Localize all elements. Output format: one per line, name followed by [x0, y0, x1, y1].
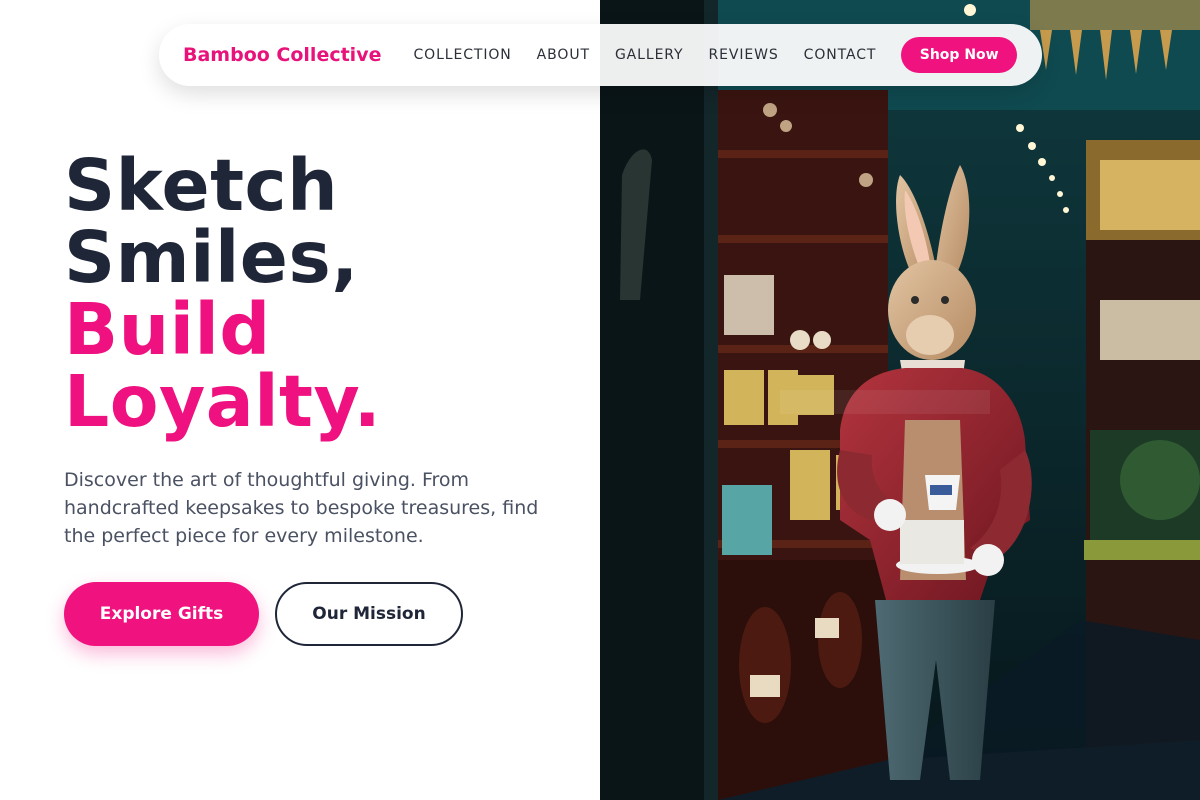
hero-title: Sketch Smiles, Build Loyalty.	[64, 150, 381, 438]
nav-links: COLLECTION ABOUT GALLERY REVIEWS CONTACT	[413, 47, 901, 63]
nav-link-contact[interactable]: CONTACT	[804, 47, 877, 63]
nav-link-reviews[interactable]: REVIEWS	[709, 47, 779, 63]
nav-link-gallery[interactable]: GALLERY	[615, 47, 684, 63]
hero-title-line-4: Loyalty.	[64, 360, 382, 443]
nav-link-collection[interactable]: COLLECTION	[413, 47, 511, 63]
tea-shop-illustration	[600, 0, 1200, 800]
explore-gifts-button[interactable]: Explore Gifts	[64, 582, 259, 646]
shop-now-button[interactable]: Shop Now	[901, 37, 1017, 73]
brand-logo-link[interactable]: Bamboo Collective	[183, 44, 381, 66]
our-mission-button[interactable]: Our Mission	[275, 582, 463, 646]
top-navigation: Bamboo Collective COLLECTION ABOUT GALLE…	[159, 24, 1042, 86]
hero-title-line-2: Smiles,	[64, 216, 359, 299]
hero-title-line-3: Build	[64, 288, 271, 371]
hero-image	[600, 0, 1200, 800]
hero-title-line-1: Sketch	[64, 144, 339, 227]
hero-subtitle: Discover the art of thoughtful giving. F…	[64, 469, 539, 547]
nav-link-about[interactable]: ABOUT	[537, 47, 590, 63]
